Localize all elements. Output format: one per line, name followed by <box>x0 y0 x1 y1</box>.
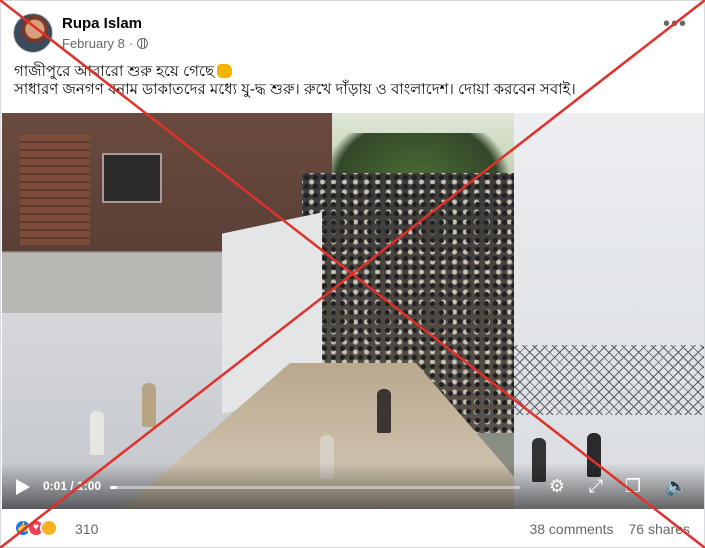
reaction-count[interactable]: 310 <box>75 521 98 537</box>
post-text-line-1: গাজীপুরে আবারো শুরু হয়ে গেছে <box>14 63 694 81</box>
avatar[interactable] <box>13 13 53 53</box>
video-brick-wall <box>20 135 90 245</box>
sad-reaction-icon <box>40 519 58 537</box>
fullscreen-icon[interactable]: ⤢ <box>585 475 607 497</box>
globe-icon[interactable] <box>137 38 149 49</box>
video-time: 0:01 / 1:00 <box>43 479 102 493</box>
video-progress-bar[interactable] <box>110 486 520 489</box>
post-stats: 38 comments 76 shares <box>529 521 690 537</box>
author-name[interactable]: Rupa Islam <box>62 15 142 32</box>
post-date[interactable]: February 8 <box>62 36 125 51</box>
shares-count[interactable]: 76 shares <box>629 521 690 537</box>
pip-icon[interactable]: ❐ <box>622 475 644 497</box>
video-window <box>102 153 162 203</box>
post-meta: February 8 · <box>62 36 149 51</box>
comments-count[interactable]: 38 comments <box>529 521 613 537</box>
more-dots-icon[interactable]: ••• <box>663 14 687 34</box>
video-controls: 0:01 / 1:00 ⚙ ⤢ ❐ 🔈 <box>2 463 704 509</box>
post-header: Rupa Islam February 8 · ••• <box>13 13 693 55</box>
video-person <box>90 411 104 455</box>
video-railing <box>514 345 704 415</box>
facebook-post-card: Rupa Islam February 8 · ••• গাজীপুরে আবা… <box>0 0 705 548</box>
fist-emoji-icon <box>217 64 233 78</box>
post-text: গাজীপুরে আবারো শুরু হয়ে গেছে সাধারণ জনগ… <box>14 63 694 99</box>
meta-separator: · <box>128 36 134 51</box>
post-text-line-1-content: গাজীপুরে আবারো শুরু হয়ে গেছে <box>14 63 215 80</box>
settings-icon[interactable]: ⚙ <box>546 475 568 497</box>
reactions[interactable]: 👍 ♥ <box>14 519 58 537</box>
post-text-line-2: সাধারণ জনগণ বনাম ডাকাতদের মধ্যে যু-দ্ধ শ… <box>14 81 576 98</box>
video-person <box>142 383 156 427</box>
post-footer: 👍 ♥ 310 38 comments 76 shares <box>14 517 694 541</box>
play-icon[interactable] <box>16 479 30 495</box>
video-player[interactable]: 0:01 / 1:00 ⚙ ⤢ ❐ 🔈 <box>2 113 704 509</box>
video-progress-fill <box>110 486 117 489</box>
video-person <box>377 389 391 433</box>
volume-icon[interactable]: 🔈 <box>665 475 687 497</box>
